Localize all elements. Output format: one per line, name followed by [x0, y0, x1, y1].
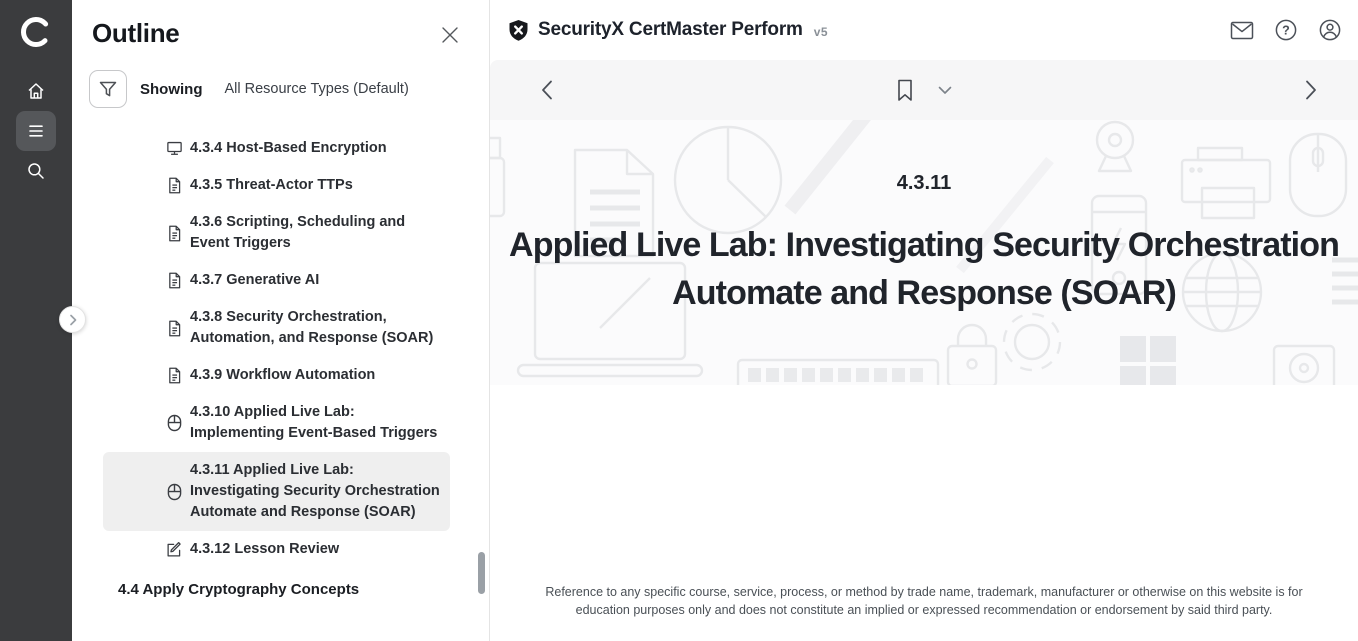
product-version: v5 [814, 25, 828, 39]
search-button[interactable] [16, 151, 56, 191]
product-title: SecurityX CertMaster Perform [538, 19, 803, 41]
lesson-title-line2: Automate and Response (SOAR) [509, 269, 1339, 317]
chevron-right-icon [68, 314, 78, 326]
outline-item-label: 4.3.4 Host-Based Encryption [190, 138, 440, 159]
messages-button[interactable] [1230, 18, 1254, 42]
outline-panel: Outline Showing All Resource Types (Defa… [72, 0, 490, 641]
outline-scrollbar-thumb[interactable] [478, 552, 485, 594]
close-icon [441, 26, 459, 44]
edit-pencil-icon [166, 541, 183, 558]
outline-item-current[interactable]: 4.3.11 Applied Live Lab: Investigating S… [103, 452, 450, 531]
top-header: SecurityX CertMaster Perform v5 ? [490, 0, 1358, 60]
brand: SecurityX CertMaster Perform v5 [508, 19, 828, 42]
outline-item[interactable]: 4.3.4 Host-Based Encryption [103, 130, 450, 167]
outline-item-label: 4.3.8 Security Orchestration, Automation… [190, 307, 440, 349]
lesson-number: 4.3.11 [897, 172, 952, 195]
bookmark-menu-button[interactable] [936, 84, 954, 97]
outline-menu-button[interactable] [16, 111, 56, 151]
outline-item-label: 4.3.12 Lesson Review [190, 539, 440, 560]
outline-item-label: 4.3.6 Scripting, Scheduling and Event Tr… [190, 212, 440, 254]
previous-lesson-button[interactable] [538, 77, 556, 103]
monitor-icon [166, 140, 183, 157]
next-lesson-button[interactable] [1302, 77, 1320, 103]
help-question-icon: ? [1275, 19, 1297, 41]
search-icon [26, 161, 46, 181]
outline-item[interactable]: 4.3.5 Threat-Actor TTPs [103, 167, 450, 204]
mouse-icon [166, 414, 183, 432]
app-window: Outline Showing All Resource Types (Defa… [0, 0, 1358, 641]
panel-expand-button[interactable] [59, 306, 86, 333]
chevron-left-icon [540, 79, 554, 101]
lesson-toolbar [490, 60, 1358, 120]
outline-item[interactable]: 4.3.6 Scripting, Scheduling and Event Tr… [103, 204, 450, 262]
bookmark-icon [896, 79, 914, 102]
close-outline-button[interactable] [435, 20, 465, 50]
outline-scrollbar[interactable] [478, 0, 485, 641]
document-icon [166, 320, 183, 337]
outline-item-label: 4.3.11 Applied Live Lab: Investigating S… [190, 460, 440, 523]
outline-item[interactable]: 4.3.12 Lesson Review [103, 531, 450, 568]
menu-list-icon [26, 121, 46, 141]
outline-item[interactable]: 4.3.10 Applied Live Lab: Implementing Ev… [103, 394, 450, 452]
comptia-c-icon [19, 15, 53, 49]
outline-item[interactable]: 4.3.9 Workflow Automation [103, 357, 450, 394]
mail-icon [1230, 21, 1254, 40]
outline-title: Outline [92, 18, 179, 49]
showing-label: Showing [140, 81, 203, 98]
bookmark-group [894, 77, 954, 104]
svg-text:?: ? [1282, 23, 1290, 37]
outline-list: 4.3.4 Host-Based Encryption 4.3.5 Threat… [103, 130, 450, 568]
chevron-down-icon [938, 86, 952, 95]
home-icon [26, 81, 46, 101]
outline-section-heading[interactable]: 4.4 Apply Cryptography Concepts [118, 581, 489, 598]
home-button[interactable] [16, 71, 56, 111]
header-actions: ? [1230, 18, 1342, 42]
outline-item-label: 4.3.7 Generative AI [190, 270, 440, 291]
securityx-shield-icon [508, 19, 529, 42]
account-button[interactable] [1318, 18, 1342, 42]
lesson-title-line1: Applied Live Lab: Investigating Security… [509, 221, 1339, 269]
outline-item-label: 4.3.10 Applied Live Lab: Implementing Ev… [190, 402, 440, 444]
document-icon [166, 225, 183, 242]
rail-nav [16, 71, 56, 191]
chevron-right-icon [1304, 79, 1318, 101]
filter-value: All Resource Types (Default) [225, 81, 409, 97]
outline-item-label: 4.3.9 Workflow Automation [190, 365, 440, 386]
outline-item-label: 4.3.5 Threat-Actor TTPs [190, 175, 440, 196]
outline-item[interactable]: 4.3.8 Security Orchestration, Automation… [103, 299, 450, 357]
disclaimer-text: Reference to any specific course, servic… [524, 583, 1324, 619]
comptia-logo [16, 12, 56, 52]
document-icon [166, 177, 183, 194]
document-icon [166, 367, 183, 384]
bookmark-button[interactable] [894, 77, 916, 104]
main-area: SecurityX CertMaster Perform v5 ? [490, 0, 1358, 641]
outline-panel-header: Outline [72, 0, 489, 50]
lesson-content-area: Reference to any specific course, servic… [490, 385, 1358, 641]
help-button[interactable]: ? [1274, 18, 1298, 42]
document-icon [166, 272, 183, 289]
lesson-banner: 4.3.11 Applied Live Lab: Investigating S… [490, 120, 1358, 385]
lesson-title: Applied Live Lab: Investigating Security… [509, 221, 1339, 317]
mouse-icon [166, 483, 183, 501]
outline-item[interactable]: 4.3.7 Generative AI [103, 262, 450, 299]
filter-funnel-icon [98, 80, 118, 99]
filter-row: Showing All Resource Types (Default) [89, 70, 489, 108]
account-person-icon [1319, 19, 1341, 41]
filter-button[interactable] [89, 70, 127, 108]
